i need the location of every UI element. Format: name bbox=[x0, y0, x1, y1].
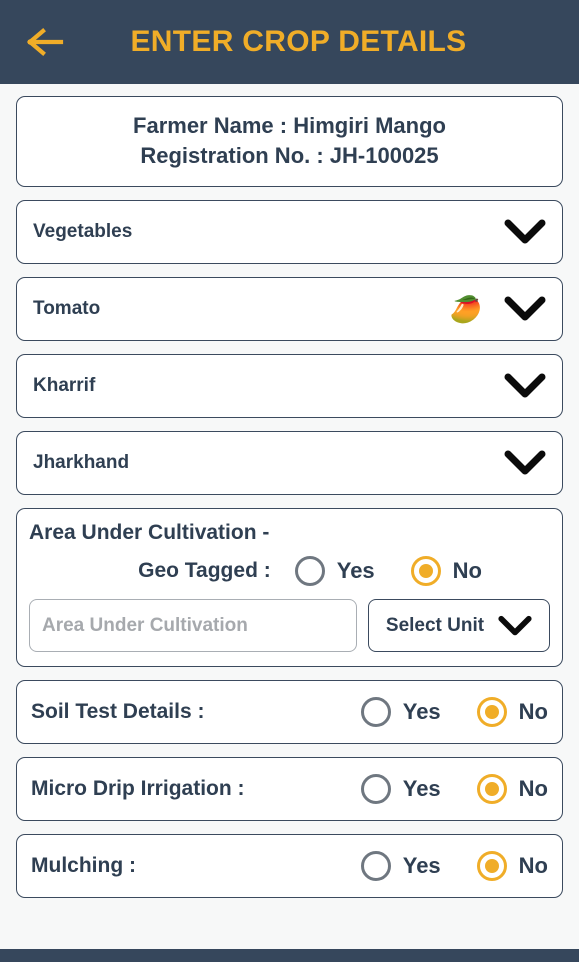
mulching-radio-group: Yes No bbox=[360, 851, 548, 882]
mulching-yes-option[interactable]: Yes bbox=[360, 851, 441, 882]
area-section-title: Area Under Cultivation - bbox=[29, 521, 270, 545]
bottom-navigation-bar bbox=[0, 949, 579, 962]
chevron-down-icon bbox=[504, 296, 546, 322]
micro-drip-irrigation-row: Micro Drip Irrigation : Yes No bbox=[16, 757, 563, 822]
mulching-label: Mulching : bbox=[31, 854, 136, 878]
micro-drip-irrigation-yes-option[interactable]: Yes bbox=[360, 774, 441, 805]
farmer-name: Farmer Name : Himgiri Mango bbox=[133, 113, 446, 138]
soil-test-details-row: Soil Test Details : Yes No bbox=[16, 680, 563, 745]
radio-selected-icon[interactable] bbox=[476, 851, 507, 882]
app-header: ENTER CROP DETAILS bbox=[0, 0, 579, 84]
soil-test-details-yes-label: Yes bbox=[402, 699, 441, 725]
area-under-cultivation-input[interactable] bbox=[29, 599, 357, 653]
area-inputs-row: Select Unit bbox=[29, 599, 550, 653]
mulching-yes-label: Yes bbox=[402, 853, 441, 879]
crop-name-dropdown[interactable]: Tomato 🥭 bbox=[16, 277, 563, 342]
mulching-row: Mulching : Yes No bbox=[16, 834, 563, 899]
micro-drip-irrigation-label: Micro Drip Irrigation : bbox=[31, 777, 245, 801]
micro-drip-irrigation-no-label: No bbox=[518, 776, 548, 802]
page-title: ENTER CROP DETAILS bbox=[130, 25, 467, 58]
geo-tagged-radio-group: Yes No bbox=[294, 556, 482, 587]
form-body: Farmer Name : Himgiri Mango Registration… bbox=[0, 84, 579, 899]
soil-test-details-no-label: No bbox=[518, 699, 548, 725]
crop-category-dropdown[interactable]: Vegetables bbox=[16, 200, 563, 265]
farmer-info-card: Farmer Name : Himgiri Mango Registration… bbox=[16, 96, 563, 188]
radio-unselected-icon[interactable] bbox=[360, 851, 391, 882]
geo-tagged-no-option[interactable]: No bbox=[410, 556, 482, 587]
micro-drip-irrigation-no-option[interactable]: No bbox=[476, 774, 548, 805]
radio-selected-icon[interactable] bbox=[476, 697, 507, 728]
soil-test-details-no-option[interactable]: No bbox=[476, 697, 548, 728]
geo-tagged-row: Geo Tagged : Yes No bbox=[29, 556, 550, 587]
state-dropdown[interactable]: Jharkhand bbox=[16, 431, 563, 496]
unit-dropdown[interactable]: Select Unit bbox=[368, 599, 550, 653]
geo-tagged-label: Geo Tagged : bbox=[138, 559, 271, 583]
chevron-down-icon bbox=[504, 219, 546, 245]
crop-name-value: Tomato bbox=[33, 298, 101, 320]
radio-unselected-icon[interactable] bbox=[360, 697, 391, 728]
chevron-down-icon bbox=[504, 373, 546, 399]
crop-category-value: Vegetables bbox=[33, 221, 133, 243]
mulching-no-label: No bbox=[518, 853, 548, 879]
farmer-registration-no: Registration No. : JH-100025 bbox=[140, 143, 439, 169]
radio-selected-icon[interactable] bbox=[410, 556, 441, 587]
mulching-no-option[interactable]: No bbox=[476, 851, 548, 882]
unit-dropdown-label: Select Unit bbox=[385, 614, 485, 636]
soil-test-details-radio-group: Yes No bbox=[360, 697, 548, 728]
arrow-left-icon bbox=[26, 27, 64, 57]
state-value: Jharkhand bbox=[33, 452, 130, 474]
soil-test-details-label: Soil Test Details : bbox=[31, 700, 205, 724]
back-button[interactable] bbox=[18, 15, 72, 69]
season-value: Kharrif bbox=[33, 375, 96, 397]
area-under-cultivation-card: Area Under Cultivation - Geo Tagged : Ye… bbox=[16, 508, 563, 668]
radio-selected-icon[interactable] bbox=[476, 774, 507, 805]
soil-test-details-yes-option[interactable]: Yes bbox=[360, 697, 441, 728]
season-dropdown[interactable]: Kharrif bbox=[16, 354, 563, 419]
radio-unselected-icon[interactable] bbox=[294, 556, 325, 587]
micro-drip-irrigation-radio-group: Yes No bbox=[360, 774, 548, 805]
mango-icon: 🥭 bbox=[449, 294, 482, 325]
geo-tagged-no-label: No bbox=[452, 558, 482, 584]
geo-tagged-yes-option[interactable]: Yes bbox=[294, 556, 375, 587]
radio-unselected-icon[interactable] bbox=[360, 774, 391, 805]
micro-drip-irrigation-yes-label: Yes bbox=[402, 776, 441, 802]
chevron-down-icon bbox=[498, 615, 532, 637]
geo-tagged-yes-label: Yes bbox=[336, 558, 375, 584]
chevron-down-icon bbox=[504, 450, 546, 476]
